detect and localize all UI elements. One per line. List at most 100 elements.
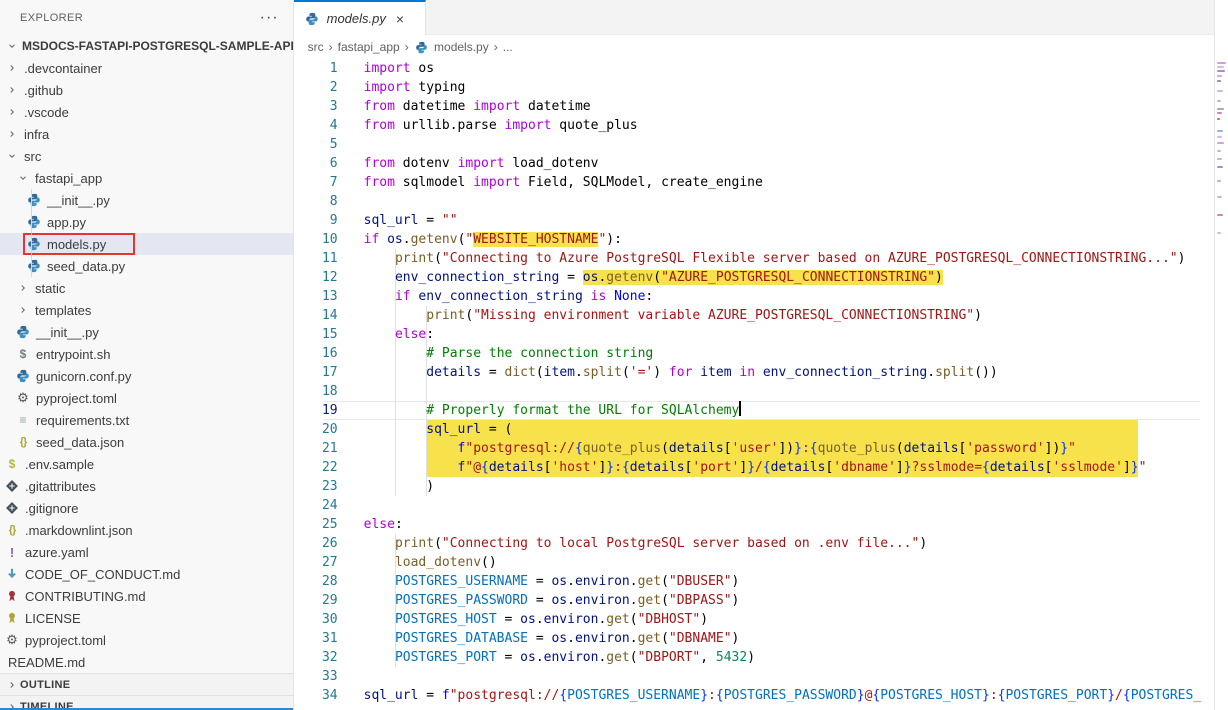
minimap-mark bbox=[1217, 130, 1223, 132]
code-line-19[interactable]: 19 # Properly format the URL for SQLAlch… bbox=[294, 401, 1214, 420]
code-line-21[interactable]: 21 f"postgresql://{quote_plus(details['u… bbox=[294, 439, 1214, 458]
code-line-34[interactable]: 34sql_url = f"postgresql://{POSTGRES_USE… bbox=[294, 686, 1214, 705]
code-line-28[interactable]: 28 POSTGRES_USERNAME = os.environ.get("D… bbox=[294, 572, 1214, 591]
tree-indent-guide bbox=[31, 189, 32, 277]
tree-file-pyproject-toml[interactable]: ⚙pyproject.toml bbox=[0, 387, 293, 409]
code-line-26[interactable]: 26 print("Connecting to local PostgreSQL… bbox=[294, 534, 1214, 553]
tree-file--gitattributes[interactable]: .gitattributes bbox=[0, 475, 293, 497]
code-line-9[interactable]: 9sql_url = "" bbox=[294, 211, 1214, 230]
tree-folder-static[interactable]: static bbox=[0, 277, 293, 299]
tree-file-contributing-md[interactable]: CONTRIBUTING.md bbox=[0, 585, 293, 607]
code-line-text: else: bbox=[364, 325, 1214, 344]
close-icon[interactable]: × bbox=[396, 11, 404, 27]
tree-file-code-of-conduct-md[interactable]: CODE_OF_CONDUCT.md bbox=[0, 563, 293, 585]
code-line-text: from dotenv import load_dotenv bbox=[364, 154, 1214, 173]
tree-file-entrypoint-sh[interactable]: $entrypoint.sh bbox=[0, 343, 293, 365]
tree-folder--devcontainer[interactable]: .devcontainer bbox=[0, 57, 293, 79]
tree-file-seed-data-py[interactable]: seed_data.py bbox=[0, 255, 293, 277]
tree-file-readme-md[interactable]: README.md bbox=[0, 651, 293, 673]
code-line-22[interactable]: 22 f"@{details['host']}:{details['port']… bbox=[294, 458, 1214, 477]
tree-file-models-py[interactable]: models.py bbox=[0, 233, 293, 255]
tree-file--init-py[interactable]: __init__.py bbox=[0, 189, 293, 211]
code-line-25[interactable]: 25 else: bbox=[294, 515, 1214, 534]
minimap[interactable] bbox=[1214, 0, 1228, 710]
code-line-23[interactable]: 23 ) bbox=[294, 477, 1214, 496]
editor-group: models.py × src›fastapi_app› models.py›.… bbox=[294, 0, 1214, 710]
tree-item-label: .env.sample bbox=[25, 457, 94, 472]
code-line-16[interactable]: 16 # Parse the connection string bbox=[294, 344, 1214, 363]
code-line-3[interactable]: 3from datetime import datetime bbox=[294, 97, 1214, 116]
code-line-33[interactable]: 33 bbox=[294, 667, 1214, 686]
breadcrumb-item[interactable]: src bbox=[308, 40, 324, 54]
code-line-17[interactable]: 17 details = dict(item.split('=') for it… bbox=[294, 363, 1214, 382]
code-line-27[interactable]: 27 load_dotenv() bbox=[294, 553, 1214, 572]
tree-item-label: CODE_OF_CONDUCT.md bbox=[25, 567, 180, 582]
tree-folder--github[interactable]: .github bbox=[0, 79, 293, 101]
python-icon bbox=[15, 369, 31, 383]
chevron-right-icon bbox=[4, 63, 20, 73]
tree-item-label: app.py bbox=[47, 215, 86, 230]
code-line-13[interactable]: 13 if env_connection_string is None: bbox=[294, 287, 1214, 306]
code-line-31[interactable]: 31 POSTGRES_DATABASE = os.environ.get("D… bbox=[294, 629, 1214, 648]
tree-file-azure-yaml[interactable]: !azure.yaml bbox=[0, 541, 293, 563]
line-number: 4 bbox=[294, 116, 338, 135]
tree-file--init-py[interactable]: __init__.py bbox=[0, 321, 293, 343]
python-icon bbox=[26, 193, 42, 207]
code-line-14[interactable]: 14 print("Missing environment variable A… bbox=[294, 306, 1214, 325]
tree-file--env-sample[interactable]: $.env.sample bbox=[0, 453, 293, 475]
tree-folder-templates[interactable]: templates bbox=[0, 299, 293, 321]
code-line-12[interactable]: 12 env_connection_string = os.getenv("AZ… bbox=[294, 268, 1214, 287]
tree-item-label: pyproject.toml bbox=[36, 391, 117, 406]
line-number: 15 bbox=[294, 325, 338, 344]
python-icon bbox=[26, 237, 42, 251]
code-line-24[interactable]: 24 bbox=[294, 496, 1214, 515]
line-number: 25 bbox=[294, 515, 338, 534]
code-line-5[interactable]: 5 bbox=[294, 135, 1214, 154]
breadcrumb-item[interactable]: fastapi_app bbox=[338, 40, 400, 54]
outline-section-header[interactable]: OUTLINE bbox=[0, 673, 293, 695]
line-number: 30 bbox=[294, 610, 338, 629]
breadcrumb-item[interactable]: ... bbox=[503, 40, 513, 54]
code-line-29[interactable]: 29 POSTGRES_PASSWORD = os.environ.get("D… bbox=[294, 591, 1214, 610]
tree-file-requirements-txt[interactable]: ≡requirements.txt bbox=[0, 409, 293, 431]
tree-file-gunicorn-conf-py[interactable]: gunicorn.conf.py bbox=[0, 365, 293, 387]
code-line-30[interactable]: 30 POSTGRES_HOST = os.environ.get("DBHOS… bbox=[294, 610, 1214, 629]
code-line-text: env_connection_string = os.getenv("AZURE… bbox=[364, 268, 1214, 287]
code-line-text: from datetime import datetime bbox=[364, 97, 1214, 116]
tree-folder-src[interactable]: src bbox=[0, 145, 293, 167]
tree-file-app-py[interactable]: app.py bbox=[0, 211, 293, 233]
tree-folder-infra[interactable]: infra bbox=[0, 123, 293, 145]
tree-item-label: gunicorn.conf.py bbox=[36, 369, 131, 384]
code-editor[interactable]: 1import os2import typing3from datetime i… bbox=[294, 58, 1214, 710]
code-line-7[interactable]: 7from sqlmodel import Field, SQLModel, c… bbox=[294, 173, 1214, 192]
tab-models-py[interactable]: models.py × bbox=[294, 0, 426, 35]
tree-file--gitignore[interactable]: .gitignore bbox=[0, 497, 293, 519]
line-number: 31 bbox=[294, 629, 338, 648]
tree-folder--vscode[interactable]: .vscode bbox=[0, 101, 293, 123]
code-line-32[interactable]: 32 POSTGRES_PORT = os.environ.get("DBPOR… bbox=[294, 648, 1214, 667]
tree-folder-fastapi-app[interactable]: fastapi_app bbox=[0, 167, 293, 189]
tree-file--markdownlint-json[interactable]: {}.markdownlint.json bbox=[0, 519, 293, 541]
code-line-11[interactable]: 11 print("Connecting to Azure PostgreSQL… bbox=[294, 249, 1214, 268]
code-line-2[interactable]: 2import typing bbox=[294, 78, 1214, 97]
workspace-root-folder[interactable]: MSDOCS-FASTAPI-POSTGRESQL-SAMPLE-APP [GI… bbox=[0, 35, 293, 57]
code-line-18[interactable]: 18 bbox=[294, 382, 1214, 401]
code-line-15[interactable]: 15 else: bbox=[294, 325, 1214, 344]
tree-file-seed-data-json[interactable]: {}seed_data.json bbox=[0, 431, 293, 453]
code-line-20[interactable]: 20 sql_url = ( bbox=[294, 420, 1214, 439]
code-line-4[interactable]: 4from urllib.parse import quote_plus bbox=[294, 116, 1214, 135]
minimap-mark bbox=[1217, 62, 1226, 64]
code-line-text: else: bbox=[364, 515, 1214, 534]
text-cursor bbox=[739, 401, 741, 416]
line-number: 14 bbox=[294, 306, 338, 325]
code-line-8[interactable]: 8 bbox=[294, 192, 1214, 211]
code-line-10[interactable]: 10if os.getenv("WEBSITE_HOSTNAME"): bbox=[294, 230, 1214, 249]
minimap-mark bbox=[1217, 214, 1223, 216]
code-line-6[interactable]: 6from dotenv import load_dotenv bbox=[294, 154, 1214, 173]
more-actions-icon[interactable]: ··· bbox=[260, 13, 279, 23]
tree-file-license[interactable]: LICENSE bbox=[0, 607, 293, 629]
line-number: 17 bbox=[294, 363, 338, 382]
breadcrumb-item[interactable]: models.py bbox=[414, 40, 489, 54]
code-line-1[interactable]: 1import os bbox=[294, 59, 1214, 78]
tree-file-pyproject-toml[interactable]: ⚙pyproject.toml bbox=[0, 629, 293, 651]
